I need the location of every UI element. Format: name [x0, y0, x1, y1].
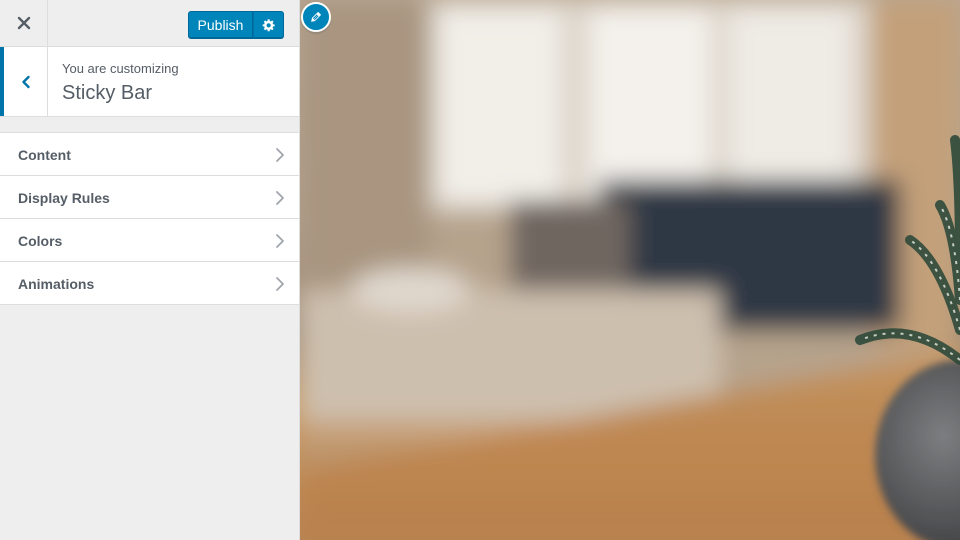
- pencil-icon: [311, 12, 321, 22]
- customizer-header: Publish: [0, 0, 299, 47]
- close-icon: [17, 16, 30, 30]
- chevron-right-icon: [276, 277, 284, 291]
- section-label: Content: [18, 147, 71, 163]
- preview-background-image: [300, 0, 960, 540]
- chevron-right-icon: [276, 148, 284, 162]
- section-content[interactable]: Content: [0, 133, 299, 176]
- gear-icon: [262, 19, 275, 32]
- chevron-right-icon: [276, 234, 284, 248]
- section-label: Display Rules: [18, 190, 110, 206]
- section-label: Colors: [18, 233, 63, 249]
- publish-button[interactable]: Publish: [188, 11, 253, 39]
- chevron-right-icon: [276, 191, 284, 205]
- back-button[interactable]: [0, 47, 48, 116]
- customizing-label: You are customizing: [62, 61, 179, 76]
- publish-settings-button[interactable]: [253, 11, 284, 39]
- customizer-sidebar: Publish You are customizing Sticky Bar C…: [0, 0, 300, 540]
- edit-shortcut-button[interactable]: [301, 2, 331, 32]
- section-list: Content Display Rules Colors Animations: [0, 132, 299, 305]
- chevron-left-icon: [21, 75, 30, 88]
- panel-title: Sticky Bar: [62, 82, 153, 104]
- close-button[interactable]: [0, 0, 48, 46]
- publish-group: Publish: [188, 11, 284, 39]
- panel-title-area: You are customizing Sticky Bar: [0, 47, 299, 117]
- section-animations[interactable]: Animations: [0, 262, 299, 305]
- site-preview[interactable]: [300, 0, 960, 540]
- section-label: Animations: [18, 276, 95, 292]
- section-colors[interactable]: Colors: [0, 219, 299, 262]
- section-display-rules[interactable]: Display Rules: [0, 176, 299, 219]
